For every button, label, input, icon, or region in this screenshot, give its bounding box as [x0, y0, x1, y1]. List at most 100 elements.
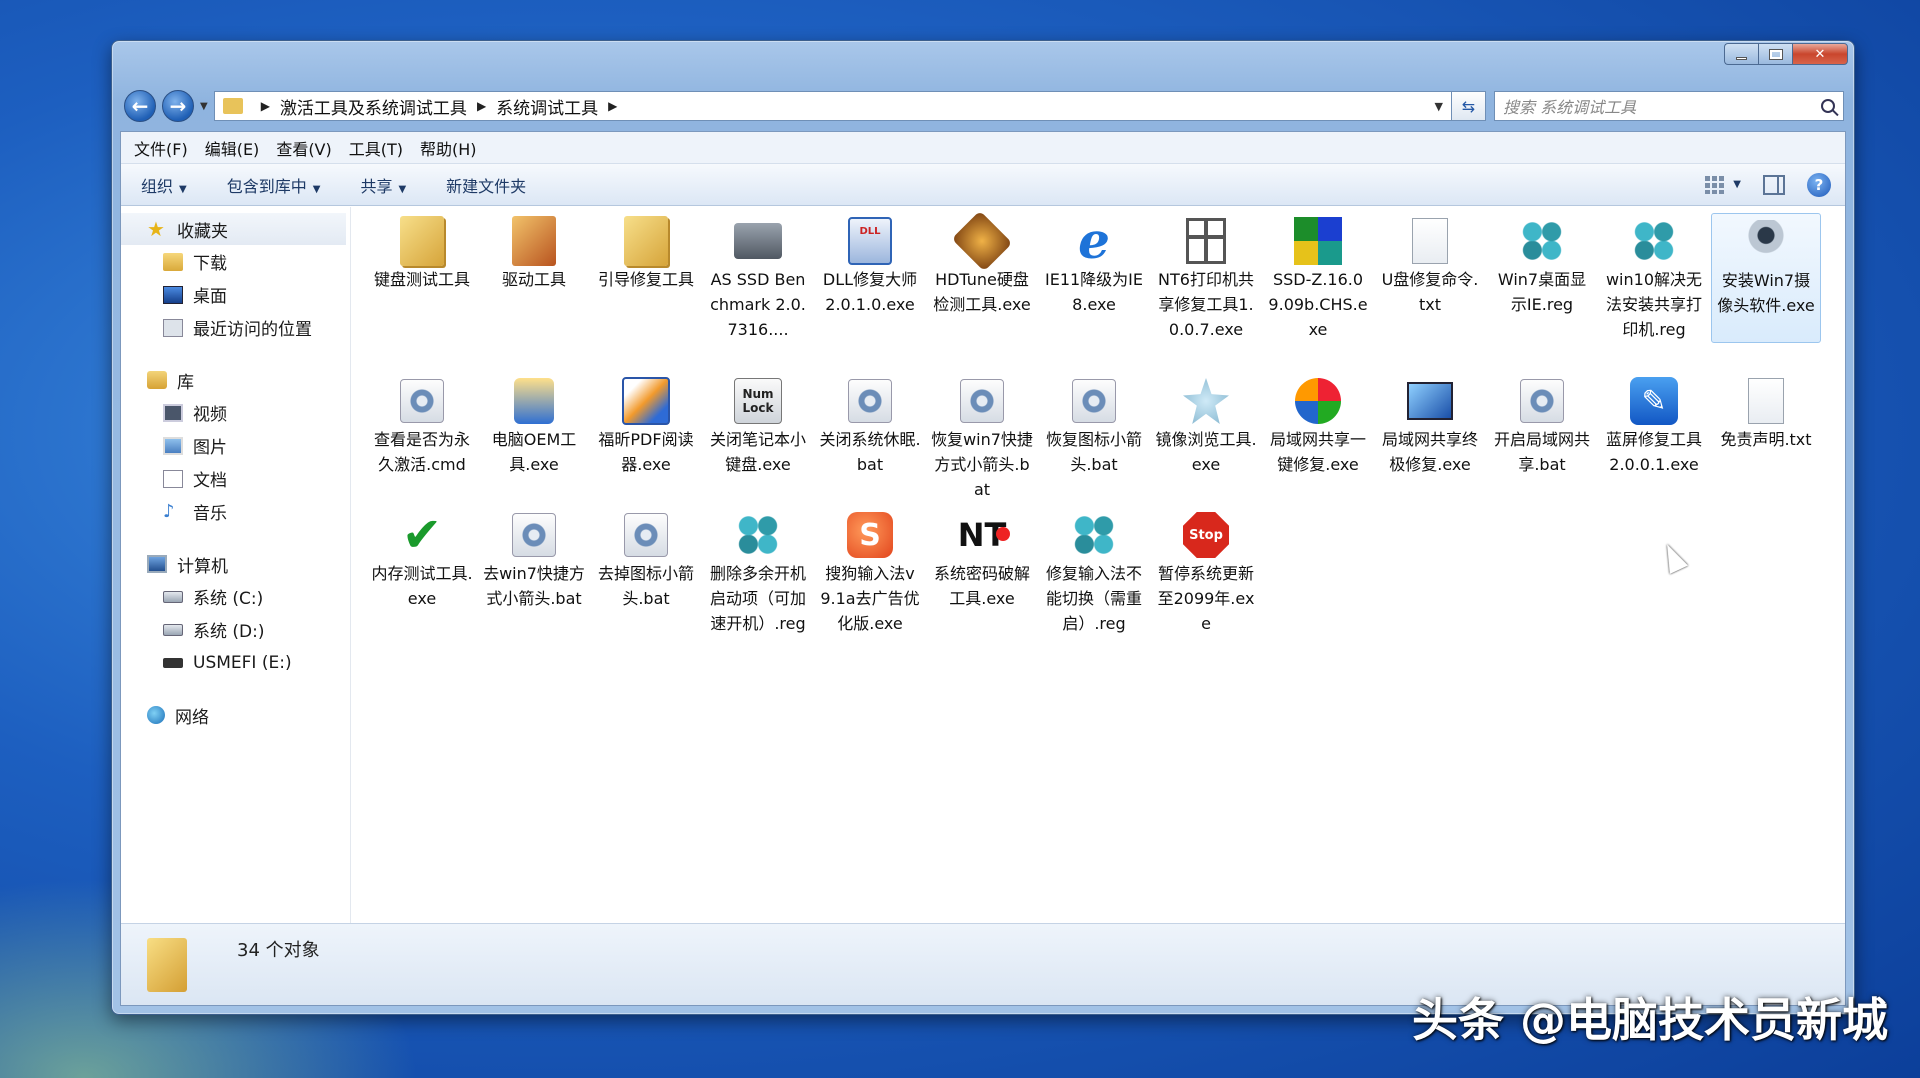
breadcrumb-chevron-icon[interactable]: ▶ [477, 99, 486, 113]
breadcrumb-item[interactable]: 系统调试工具 [496, 94, 598, 119]
gear-file-icon [1069, 375, 1119, 427]
explorer-window[interactable]: ✕ ← → ▼ ▶ 激活工具及系统调试工具 ▶ 系统调试工具 ▶ ▼ ⇆ 搜索 … [111, 40, 1855, 1015]
recent-pages-dropdown[interactable]: ▼ [200, 101, 208, 112]
close-button[interactable]: ✕ [1792, 43, 1848, 65]
sidebar-item-libraries[interactable]: 库 [121, 364, 350, 396]
picture-icon [163, 436, 183, 455]
file-item[interactable]: ✔ 内存测试工具.exe [367, 507, 477, 611]
explorer-body: ★ 收藏夹 下载 桌面 最近访问的位置 库 视频 图片 文档 ♪ 音乐 计算机 系… [121, 207, 1845, 923]
mirror-icon [1181, 375, 1231, 427]
file-item[interactable]: 驱动工具 [479, 213, 589, 292]
view-grid-icon[interactable] [1705, 175, 1726, 194]
file-item[interactable]: 关闭系统休眠.bat [815, 373, 925, 477]
file-name: 蓝屏修复工具2.0.0.1.exe [1605, 430, 1702, 474]
file-item[interactable]: 开启局域网共享.bat [1487, 373, 1597, 477]
pinwheel-icon [1293, 375, 1343, 427]
share-button[interactable]: 共享 ▼ [360, 173, 406, 197]
file-item[interactable]: 局域网共享一键修复.exe [1263, 373, 1373, 477]
menu-edit[interactable]: 编辑(E) [205, 136, 260, 160]
new-folder-button[interactable]: 新建文件夹 [446, 173, 526, 197]
file-name: 去win7快捷方式小箭头.bat [483, 564, 585, 608]
file-item[interactable]: 恢复win7快捷方式小箭头.bat [927, 373, 1037, 502]
search-icon[interactable] [1821, 99, 1835, 113]
stop-glyph: Stop [1183, 512, 1229, 558]
gear-file-icon [397, 375, 447, 427]
sidebar-item-downloads[interactable]: 下载 [121, 245, 350, 278]
file-item[interactable]: HDTune硬盘检测工具.exe [927, 210, 1037, 317]
file-item[interactable]: win10解决无法安装共享打印机.reg [1599, 213, 1709, 342]
organize-button[interactable]: 组织 ▼ [141, 173, 187, 197]
view-dropdown-icon[interactable]: ▼ [1733, 179, 1741, 190]
file-item[interactable]: 查看是否为永久激活.cmd [367, 373, 477, 477]
file-item[interactable]: AS SSD Benchmark 2.0.7316.... [703, 213, 813, 342]
sidebar-item-documents[interactable]: 文档 [121, 462, 350, 495]
sidebar-item-videos[interactable]: 视频 [121, 396, 350, 429]
search-input[interactable]: 搜索 系统调试工具 [1494, 91, 1844, 121]
sidebar-item-desktop[interactable]: 桌面 [121, 278, 350, 311]
file-name: 内存测试工具.exe [371, 564, 473, 608]
file-name: U盘修复命令.txt [1381, 270, 1479, 314]
sidebar-item-network[interactable]: 网络 [121, 699, 350, 731]
file-item[interactable]: DLL DLL修复大师2.0.1.0.exe [815, 213, 925, 317]
file-item[interactable]: 电脑OEM工具.exe [479, 373, 589, 477]
file-item[interactable]: S 搜狗输入法v9.1a去广告优化版.exe [815, 507, 925, 636]
file-item[interactable]: 修复输入法不能切换（需重启）.reg [1039, 507, 1149, 636]
sidebar-item-pictures[interactable]: 图片 [121, 429, 350, 462]
sidebar-item-drive-d[interactable]: 系统 (D:) [121, 613, 350, 646]
file-item[interactable]: 键盘测试工具 [367, 213, 477, 292]
file-item[interactable]: 去掉图标小箭头.bat [591, 507, 701, 611]
maximize-button[interactable] [1758, 43, 1792, 65]
file-item[interactable]: Win7桌面显示IE.reg [1487, 213, 1597, 317]
command-bar: 组织 ▼ 包含到库中 ▼ 共享 ▼ 新建文件夹 ▼ ? [121, 164, 1845, 206]
address-dropdown-icon[interactable]: ▼ [1435, 100, 1443, 113]
music-icon: ♪ [163, 500, 175, 522]
sidebar-item-favorites[interactable]: ★ 收藏夹 [121, 213, 346, 245]
navigation-pane[interactable]: ★ 收藏夹 下载 桌面 最近访问的位置 库 视频 图片 文档 ♪ 音乐 计算机 系… [121, 207, 351, 923]
menu-help[interactable]: 帮助(H) [420, 136, 477, 160]
sidebar-item-computer[interactable]: 计算机 [121, 548, 350, 580]
sogou-glyph: S [847, 512, 893, 558]
folder-icon [397, 215, 447, 267]
breadcrumb-item[interactable]: 激活工具及系统调试工具 [280, 94, 467, 119]
file-item[interactable]: NT6打印机共享修复工具1.0.0.7.exe [1151, 213, 1261, 342]
file-item[interactable]: Stop 暂停系统更新至2099年.exe [1151, 507, 1261, 636]
refresh-button[interactable]: ⇆ [1452, 91, 1486, 121]
file-item[interactable]: 局域网共享终极修复.exe [1375, 373, 1485, 477]
file-name: win10解决无法安装共享打印机.reg [1605, 270, 1703, 339]
file-item[interactable]: SSD-Z.16.09.09b.CHS.exe [1263, 213, 1373, 342]
file-item[interactable]: 恢复图标小箭头.bat [1039, 373, 1149, 477]
address-bar[interactable]: ▶ 激活工具及系统调试工具 ▶ 系统调试工具 ▶ ▼ [213, 91, 1452, 121]
file-item[interactable]: 删除多余开机启动项（可加速开机）.reg [703, 507, 813, 636]
nt-glyph: NT [957, 515, 1010, 554]
help-icon[interactable]: ? [1807, 172, 1831, 197]
breadcrumb-chevron-icon[interactable]: ▶ [261, 99, 270, 113]
file-item[interactable]: 镜像浏览工具.exe [1151, 373, 1261, 477]
menu-tools[interactable]: 工具(T) [349, 136, 403, 160]
network-icon [147, 706, 165, 724]
preview-pane-icon[interactable] [1763, 174, 1785, 195]
file-item[interactable]: NT 系统密码破解工具.exe [927, 507, 1037, 611]
forward-button[interactable]: → [162, 90, 194, 122]
back-button[interactable]: ← [124, 90, 156, 122]
file-item[interactable]: Num Lock 关闭笔记本小键盘.exe [703, 373, 813, 477]
sidebar-item-drive-e[interactable]: USMEFI (E:) [121, 646, 350, 679]
menu-view[interactable]: 查看(V) [276, 136, 331, 160]
sidebar-item-drive-c[interactable]: 系统 (C:) [121, 580, 350, 613]
breadcrumb-chevron-icon[interactable]: ▶ [608, 99, 617, 113]
file-item[interactable]: 福昕PDF阅读器.exe [591, 373, 701, 477]
file-item[interactable]: ✎ 蓝屏修复工具2.0.0.1.exe [1599, 373, 1709, 477]
menu-file[interactable]: 文件(F) [134, 136, 188, 160]
file-item[interactable]: 免责声明.txt [1711, 373, 1821, 452]
sidebar-item-recent-places[interactable]: 最近访问的位置 [121, 311, 350, 344]
file-item-selected[interactable]: 安装Win7摄像头软件.exe [1711, 213, 1821, 343]
include-library-button[interactable]: 包含到库中 ▼ [227, 173, 321, 197]
file-item[interactable]: e IE11降级为IE8.exe [1039, 213, 1149, 317]
minimize-button[interactable] [1724, 43, 1758, 65]
file-item[interactable]: U盘修复命令.txt [1375, 213, 1485, 317]
file-item[interactable]: 去win7快捷方式小箭头.bat [479, 507, 589, 611]
sidebar-item-music[interactable]: ♪ 音乐 [121, 495, 350, 528]
forward-arrow-icon: → [169, 94, 187, 118]
file-item[interactable]: 引导修复工具 [591, 213, 701, 292]
computer-group: 计算机 系统 (C:) 系统 (D:) USMEFI (E:) [121, 548, 350, 679]
file-list[interactable]: 键盘测试工具 驱动工具 引导修复工具 AS SSD Benchmark 2.0.… [351, 207, 1845, 923]
